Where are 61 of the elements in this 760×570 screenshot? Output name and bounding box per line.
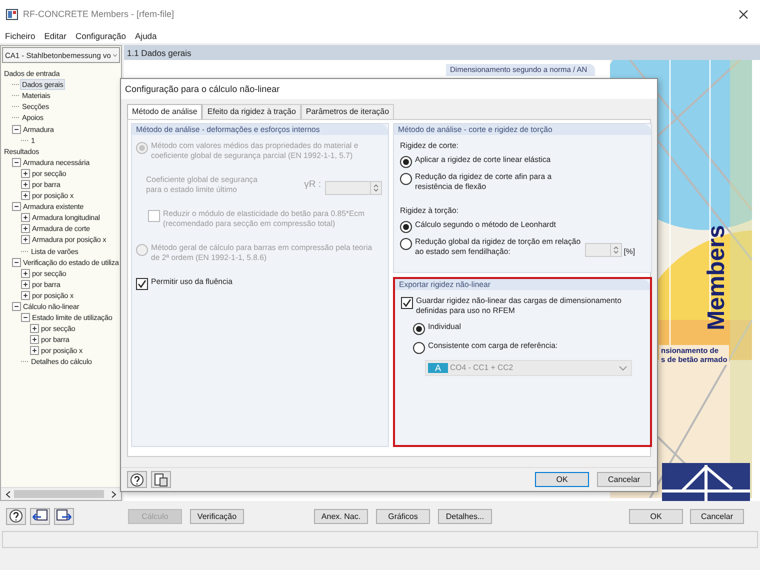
expand-icon[interactable] xyxy=(30,335,39,344)
menu-item[interactable]: Configuração xyxy=(75,30,126,40)
expand-icon[interactable] xyxy=(21,213,30,222)
expand-icon[interactable] xyxy=(21,280,30,289)
section-header: 1.1 Dados gerais xyxy=(124,45,760,60)
expand-icon[interactable] xyxy=(21,224,30,234)
expand-icon[interactable] xyxy=(30,346,39,356)
window-title: RF-CONCRETE Members - [rfem-file] xyxy=(23,9,176,19)
menu-item[interactable]: Editar xyxy=(44,30,66,40)
collapse-icon[interactable] xyxy=(12,302,21,312)
expand-icon[interactable] xyxy=(21,235,30,244)
radio-button[interactable] xyxy=(413,342,425,354)
cancel-button[interactable]: Cancelar xyxy=(690,508,744,524)
spinner-arrows-icon[interactable] xyxy=(612,245,619,255)
horizontal-scrollbar[interactable] xyxy=(1,487,121,500)
table-button[interactable] xyxy=(151,471,171,488)
chevron-down-icon xyxy=(112,52,117,58)
collapse-icon[interactable] xyxy=(12,158,21,167)
help-button[interactable] xyxy=(6,508,26,524)
radio-button[interactable] xyxy=(400,238,412,250)
toolbar-button[interactable]: Gráficos xyxy=(376,508,430,524)
cancel-button[interactable]: Cancelar xyxy=(597,472,651,487)
collapse-icon[interactable] xyxy=(12,258,21,267)
radio-button[interactable] xyxy=(400,221,412,233)
tab[interactable]: Efeito da rigidez à tração xyxy=(202,104,301,119)
expand-icon[interactable] xyxy=(30,324,39,334)
toolbar-button[interactable]: Verificação xyxy=(190,508,244,524)
menu-item[interactable]: Ajuda xyxy=(135,30,157,40)
ok-button[interactable]: OK xyxy=(535,472,589,487)
scroll-left-icon[interactable] xyxy=(5,490,11,498)
collapse-icon[interactable] xyxy=(12,124,21,134)
spin-field[interactable] xyxy=(585,243,622,257)
tab[interactable]: Parâmetros de iteração xyxy=(300,104,394,119)
expand-icon[interactable] xyxy=(21,168,30,178)
import-button[interactable] xyxy=(30,508,50,524)
symbol-label: γR : xyxy=(304,180,321,190)
toolbar-button[interactable]: Anex. Nac. xyxy=(314,508,368,524)
help-button[interactable] xyxy=(127,471,147,488)
expand-icon[interactable] xyxy=(21,191,30,200)
ok-button[interactable]: OK xyxy=(629,508,683,524)
app-icon xyxy=(6,8,18,20)
tab[interactable]: Método de análise xyxy=(127,104,202,119)
expand-icon[interactable] xyxy=(21,268,30,278)
radio-button[interactable] xyxy=(400,156,412,168)
toolbar-button[interactable]: Detalhes... xyxy=(438,508,492,524)
radio-button[interactable] xyxy=(400,173,412,185)
expand-icon[interactable] xyxy=(21,180,30,189)
export-button[interactable] xyxy=(54,508,74,524)
load-tag: A xyxy=(428,363,448,373)
banner-title: Members xyxy=(703,225,731,330)
menu-item[interactable]: Ficheiro xyxy=(5,30,36,40)
scroll-right-icon[interactable] xyxy=(111,490,117,498)
dialog-title: Configuração para o cálculo não-linear xyxy=(121,79,657,99)
collapse-icon[interactable] xyxy=(12,202,21,212)
collapse-icon[interactable] xyxy=(21,313,30,322)
close-icon[interactable] xyxy=(739,10,748,18)
radio-button[interactable] xyxy=(413,323,425,335)
expand-icon[interactable] xyxy=(21,290,30,300)
checkbox[interactable] xyxy=(136,278,148,290)
checkbox[interactable] xyxy=(401,297,413,309)
chevron-down-icon xyxy=(619,366,627,370)
